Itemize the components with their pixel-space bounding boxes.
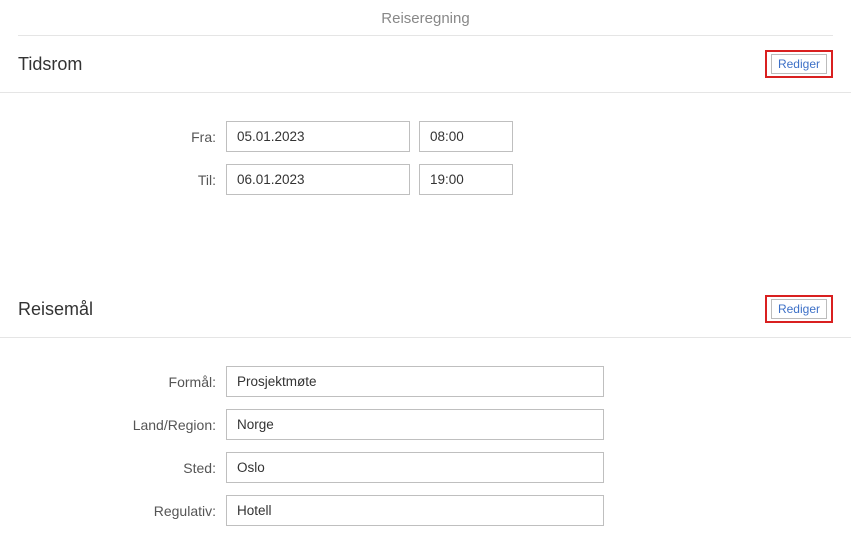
- reisemal-form: Formål: Prosjektmøte Land/Region: Norge …: [0, 338, 851, 548]
- tidsrom-form: Fra: 05.01.2023 08:00 Til: 06.01.2023 19…: [0, 93, 851, 217]
- til-time-input[interactable]: 19:00: [419, 164, 513, 195]
- sted-row: Sted: Oslo: [0, 452, 851, 483]
- formal-label: Formål:: [0, 374, 226, 390]
- tidsrom-edit-highlight: Rediger: [765, 50, 833, 78]
- til-label: Til:: [0, 172, 226, 188]
- reisemal-edit-highlight: Rediger: [765, 295, 833, 323]
- fra-time-input[interactable]: 08:00: [419, 121, 513, 152]
- sted-input[interactable]: Oslo: [226, 452, 604, 483]
- tidsrom-header: Tidsrom Rediger: [0, 36, 851, 93]
- fra-row: Fra: 05.01.2023 08:00: [0, 121, 851, 152]
- land-label: Land/Region:: [0, 417, 226, 433]
- regulativ-label: Regulativ:: [0, 503, 226, 519]
- reisemal-header: Reisemål Rediger: [0, 281, 851, 338]
- reisemal-edit-button[interactable]: Rediger: [771, 299, 827, 319]
- tidsrom-title: Tidsrom: [18, 54, 82, 75]
- page-title: Reiseregning: [0, 0, 851, 35]
- til-row: Til: 06.01.2023 19:00: [0, 164, 851, 195]
- tidsrom-edit-button[interactable]: Rediger: [771, 54, 827, 74]
- formal-row: Formål: Prosjektmøte: [0, 366, 851, 397]
- regulativ-row: Regulativ: Hotell: [0, 495, 851, 526]
- land-input[interactable]: Norge: [226, 409, 604, 440]
- reisemal-title: Reisemål: [18, 299, 93, 320]
- section-gap: [0, 217, 851, 281]
- fra-date-input[interactable]: 05.01.2023: [226, 121, 410, 152]
- sted-label: Sted:: [0, 460, 226, 476]
- land-row: Land/Region: Norge: [0, 409, 851, 440]
- formal-input[interactable]: Prosjektmøte: [226, 366, 604, 397]
- fra-label: Fra:: [0, 129, 226, 145]
- regulativ-input[interactable]: Hotell: [226, 495, 604, 526]
- til-date-input[interactable]: 06.01.2023: [226, 164, 410, 195]
